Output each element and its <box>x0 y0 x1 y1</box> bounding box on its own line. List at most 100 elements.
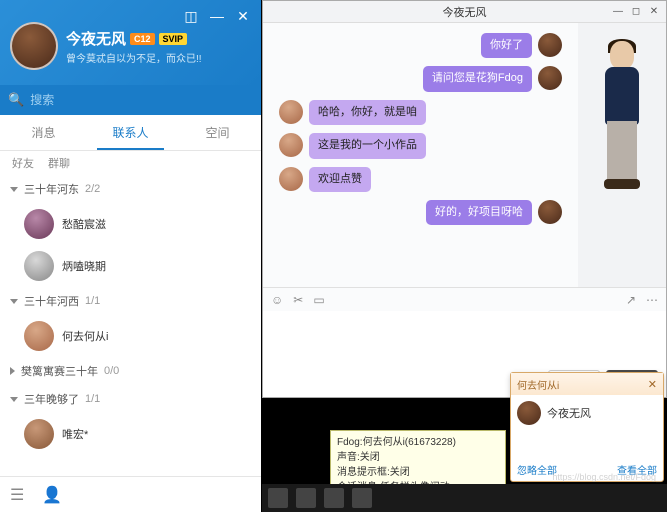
search-input[interactable] <box>30 93 253 107</box>
history-icon[interactable]: ⋯ <box>646 293 658 307</box>
scissors-icon[interactable]: ✂ <box>293 293 303 307</box>
message-bubble: 哈哈，你好，就是咱 <box>309 100 426 125</box>
message-row: 欢迎点赞 <box>273 167 568 192</box>
taskbar <box>262 484 667 512</box>
contact-avatar <box>24 209 54 239</box>
message-bubble: 欢迎点赞 <box>309 167 371 192</box>
search-bar[interactable]: 🔍 <box>0 85 261 115</box>
panel-header: ◫ — ✕ 今夜无风 C12 SVIP 曾今莫忒自以为不足，而众已!! <box>0 0 261 85</box>
notif-avatar <box>517 401 541 425</box>
chat-titlebar: 今夜无风 — ◻ ✕ <box>263 1 666 23</box>
taskbar-icon[interactable] <box>296 488 316 508</box>
contact-item[interactable]: 何去何从i <box>0 315 261 357</box>
group-header[interactable]: 三十年河西 1/1 <box>0 287 261 315</box>
chevron-right-icon <box>10 367 15 375</box>
contact-name: 唯宏* <box>62 426 88 442</box>
message-bubble: 这是我的一个小作品 <box>309 133 426 158</box>
taskbar-icon[interactable] <box>268 488 288 508</box>
taskbar-icon[interactable] <box>352 488 372 508</box>
group-name: 三十年河东 <box>24 181 79 197</box>
signature-label: 曾今莫忒自以为不足，而众已!! <box>66 50 202 65</box>
group-count: 1/1 <box>85 393 100 405</box>
min-icon[interactable]: — <box>610 3 626 19</box>
contact-item[interactable]: 愁醅宸滋 <box>0 203 261 245</box>
subtab-groups[interactable]: 群聊 <box>48 155 70 171</box>
message-avatar <box>538 66 562 90</box>
message-avatar <box>538 33 562 57</box>
group-count: 2/2 <box>85 183 100 195</box>
message-avatar <box>279 167 303 191</box>
group-name: 三年晚够了 <box>24 391 79 407</box>
level-badge: C12 <box>130 33 155 45</box>
chat-window: 今夜无风 — ◻ ✕ 你好了请问您是花狗Fdog 哈哈，你好，就是咱这是我的一个小… <box>262 0 667 398</box>
notif-body[interactable]: 今夜无风 <box>511 395 663 431</box>
user-avatar[interactable] <box>10 22 58 70</box>
contact-item[interactable]: 炳嗑晓期 <box>0 245 261 287</box>
max-icon[interactable]: ◻ <box>628 3 644 19</box>
ignore-all-link[interactable]: 忽略全部 <box>517 462 557 477</box>
group-header[interactable]: 三年晚够了 1/1 <box>0 385 261 413</box>
notification-popup: 何去何从i ✕ 今夜无风 忽略全部 查看全部 <box>510 372 664 482</box>
contact-name: 何去何从i <box>62 328 108 344</box>
message-row: 哈哈，你好，就是咱 <box>273 100 568 125</box>
chat-toolbar: ☺ ✂ ▭ ↗ ⋯ <box>263 287 666 311</box>
notif-header: 何去何从i ✕ <box>511 373 663 395</box>
chat-input[interactable] <box>263 311 666 367</box>
notif-name: 今夜无风 <box>547 405 591 421</box>
group-header[interactable]: 樊篱寓赛三十年0/0 <box>0 357 261 385</box>
subtab-friends[interactable]: 好友 <box>12 155 34 171</box>
contact-avatar <box>24 419 54 449</box>
avatar-sidebar <box>578 23 666 287</box>
tooltip-line: Fdog:何去何从i(61673228) <box>337 435 499 450</box>
emoji-icon[interactable]: ☺ <box>271 293 283 307</box>
taskbar-icon[interactable] <box>324 488 344 508</box>
vip-badge: SVIP <box>159 33 188 45</box>
message-avatar <box>279 100 303 124</box>
tab-contacts[interactable]: 联系人 <box>87 115 174 150</box>
message-avatar <box>538 200 562 224</box>
watermark: https://blog.csdn.net/Fdog_ <box>552 472 661 482</box>
expand-icon[interactable]: ↗ <box>626 293 636 307</box>
sub-tabs: 好友 群聊 <box>0 151 261 175</box>
group-count: 0/0 <box>104 365 119 377</box>
folder-icon[interactable]: ▭ <box>313 293 324 307</box>
tab-messages[interactable]: 消息 <box>0 115 87 150</box>
app-icon[interactable]: ◫ <box>179 4 203 28</box>
close-icon[interactable]: ✕ <box>646 3 662 19</box>
message-row: 好的，好项目呀哈 <box>273 200 568 225</box>
close-icon[interactable]: ✕ <box>231 4 255 28</box>
tooltip-line: 声音:关闭 <box>337 450 499 465</box>
group-count: 1/1 <box>85 295 100 307</box>
bottom-bar: ☰ 👤 <box>0 476 261 512</box>
contact-avatar <box>24 251 54 281</box>
notif-title: 何去何从i <box>517 377 559 392</box>
tooltip-line: 消息提示框:关闭 <box>337 465 499 480</box>
menu-icon[interactable]: ☰ <box>10 485 24 505</box>
search-icon: 🔍 <box>8 92 24 108</box>
message-row: 请问您是花狗Fdog <box>273 66 568 91</box>
notif-close-icon[interactable]: ✕ <box>648 378 657 391</box>
username-label: 今夜无风 <box>66 28 126 49</box>
message-row: 这是我的一个小作品 <box>273 133 568 158</box>
chevron-down-icon <box>10 299 18 304</box>
message-bubble: 好的，好项目呀哈 <box>426 200 532 225</box>
chevron-down-icon <box>10 397 18 402</box>
group-name: 三十年河西 <box>24 293 79 309</box>
message-avatar <box>279 133 303 157</box>
contacts-panel: ◫ — ✕ 今夜无风 C12 SVIP 曾今莫忒自以为不足，而众已!! 🔍 消息… <box>0 0 261 512</box>
chevron-down-icon <box>10 187 18 192</box>
chat-title: 今夜无风 <box>263 4 666 20</box>
contact-name: 愁醅宸滋 <box>62 216 106 232</box>
contact-item[interactable]: 唯宏* <box>0 413 261 455</box>
group-header[interactable]: 三十年河东 2/2 <box>0 175 261 203</box>
tab-space[interactable]: 空间 <box>174 115 261 150</box>
contacts-icon[interactable]: 👤 <box>42 485 62 505</box>
minimize-icon[interactable]: — <box>205 4 229 28</box>
avatar-character <box>592 41 652 211</box>
contact-avatar <box>24 321 54 351</box>
message-bubble: 请问您是花狗Fdog <box>423 66 532 91</box>
contacts-list: 三十年河东2/2愁醅宸滋炳嗑晓期三十年河西1/1何去何从i樊篱寓赛三十年0/0三… <box>0 175 261 476</box>
messages-area: 你好了请问您是花狗Fdog 哈哈，你好，就是咱这是我的一个小作品欢迎点赞好的，好项… <box>263 23 578 287</box>
contact-name: 炳嗑晓期 <box>62 258 106 274</box>
message-row: 你好了 <box>273 33 568 58</box>
